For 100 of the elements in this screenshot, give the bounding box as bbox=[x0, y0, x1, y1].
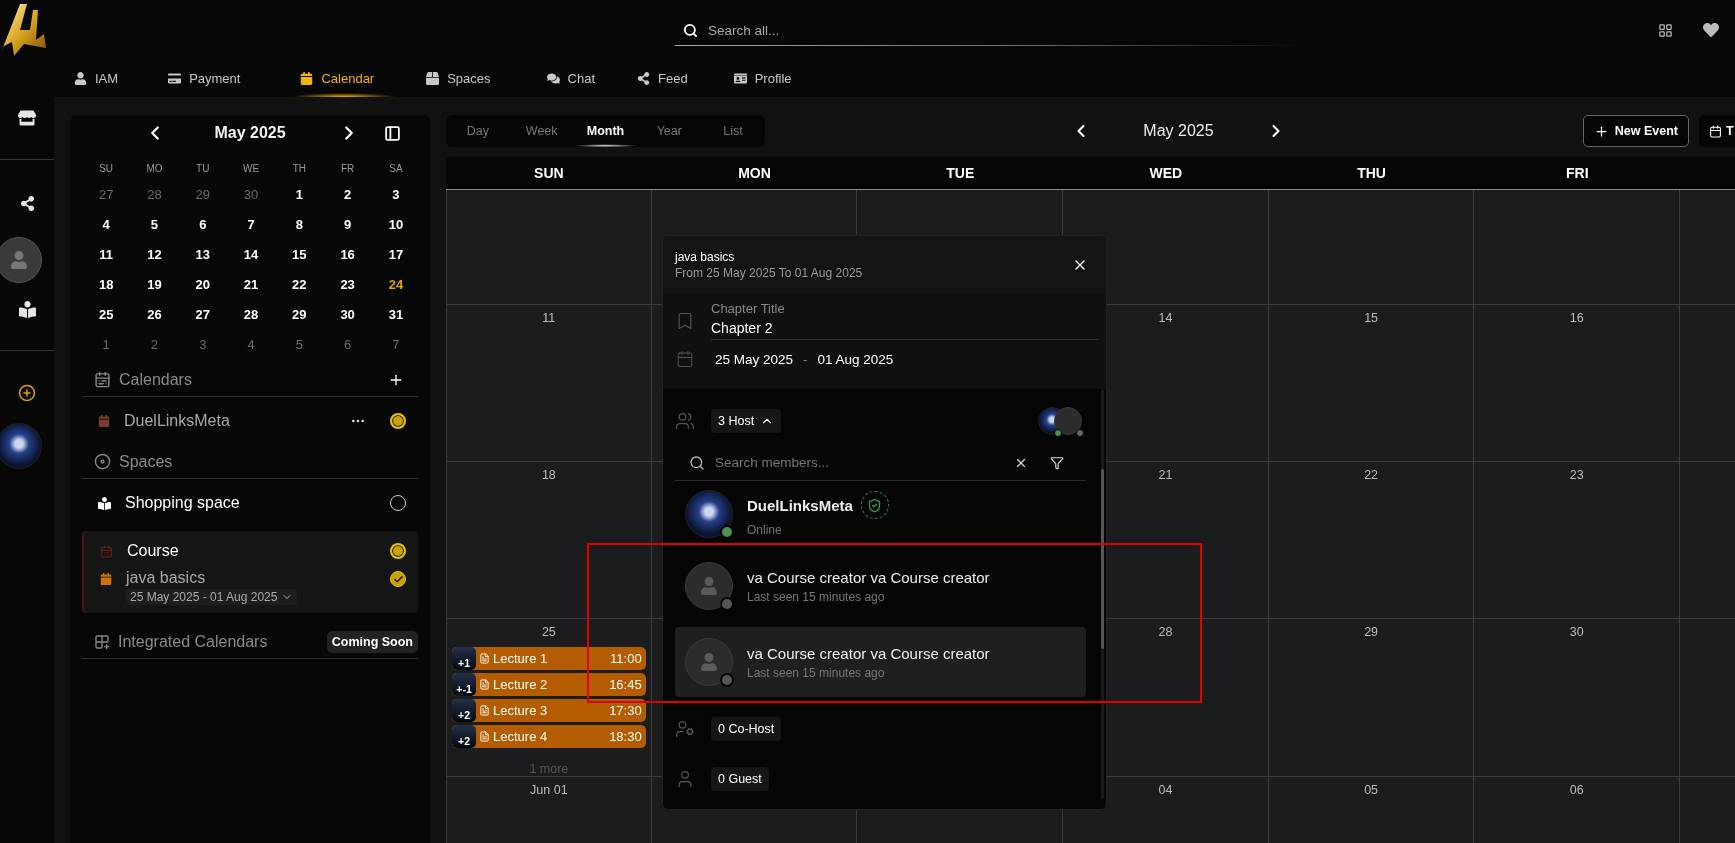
day-number[interactable]: 6 bbox=[178, 209, 227, 239]
day-number[interactable]: 5 bbox=[130, 209, 179, 239]
view-tab[interactable]: Year bbox=[637, 115, 702, 147]
add-icon[interactable] bbox=[18, 384, 36, 402]
day-cell[interactable]: Jun 01 bbox=[446, 777, 652, 843]
day-number[interactable]: 29 bbox=[275, 299, 324, 329]
day-number[interactable]: 18 bbox=[82, 269, 131, 299]
day-number[interactable]: 31 bbox=[371, 299, 421, 329]
day-number[interactable]: 1 bbox=[82, 329, 131, 359]
nav-tab[interactable]: Spaces bbox=[418, 60, 513, 97]
logo-avatar[interactable] bbox=[0, 423, 42, 469]
day-number[interactable]: 7 bbox=[371, 329, 421, 359]
day-number[interactable]: 13 bbox=[178, 239, 227, 269]
store-icon[interactable] bbox=[18, 109, 36, 127]
day-number[interactable]: 4 bbox=[226, 329, 276, 359]
day-number[interactable]: 26 bbox=[130, 299, 179, 329]
day-cell[interactable]: 06 bbox=[1474, 777, 1681, 843]
today-button[interactable]: T bbox=[1699, 115, 1735, 147]
day-number[interactable]: 7 bbox=[226, 209, 276, 239]
event-bar[interactable]: +2 Lecture 4 18:30 bbox=[452, 725, 646, 748]
event-bar[interactable]: +1 Lecture 1 11:00 bbox=[452, 647, 646, 670]
day-number[interactable]: 28 bbox=[226, 299, 276, 329]
group-toggle[interactable]: 0 Co-Host bbox=[711, 717, 782, 741]
day-number[interactable]: 12 bbox=[130, 239, 179, 269]
new-event-button[interactable]: New Event bbox=[1582, 115, 1689, 147]
course-toggle[interactable] bbox=[390, 571, 406, 587]
space-name[interactable]: Shopping space bbox=[125, 494, 376, 512]
nav-tab[interactable]: Feed bbox=[629, 60, 710, 97]
day-number[interactable]: 21 bbox=[226, 269, 276, 299]
day-number[interactable]: 6 bbox=[323, 329, 372, 359]
day-cell[interactable]: 23 bbox=[1474, 462, 1681, 619]
day-number[interactable]: 22 bbox=[275, 269, 324, 299]
day-number[interactable]: 11 bbox=[82, 239, 131, 269]
day-cell[interactable] bbox=[1268, 190, 1475, 305]
day-cell[interactable]: 16 bbox=[1474, 305, 1681, 462]
nav-tab[interactable]: Chat bbox=[538, 60, 618, 97]
day-cell[interactable]: 22 bbox=[1268, 462, 1475, 619]
group-toggle[interactable]: 3 Host bbox=[711, 409, 782, 433]
filter-icon[interactable] bbox=[1050, 455, 1064, 470]
space-toggle[interactable] bbox=[390, 543, 406, 559]
share-icon[interactable] bbox=[19, 196, 35, 211]
day-cell[interactable]: 18 bbox=[446, 462, 652, 619]
day-number[interactable]: 30 bbox=[226, 179, 276, 209]
grid-icon[interactable] bbox=[1658, 22, 1673, 38]
calendar-toggle[interactable] bbox=[390, 413, 406, 429]
member-row[interactable]: va Course creator va Course creator Last seen 15 minutes ago bbox=[675, 627, 1086, 697]
nav-tab[interactable]: IAM bbox=[66, 60, 141, 97]
avatar[interactable] bbox=[0, 237, 42, 283]
day-number[interactable]: 24 bbox=[371, 269, 421, 299]
day-number[interactable]: 20 bbox=[178, 269, 227, 299]
nav-tab[interactable]: Profile bbox=[725, 60, 814, 97]
day-number[interactable]: 17 bbox=[371, 239, 421, 269]
day-number[interactable]: 8 bbox=[275, 209, 324, 239]
event-bar[interactable]: +2 Lecture 3 17:30 bbox=[452, 699, 646, 722]
day-number[interactable]: 2 bbox=[130, 329, 179, 359]
day-number[interactable]: 27 bbox=[82, 179, 131, 209]
day-cell[interactable] bbox=[446, 190, 652, 305]
day-cell[interactable]: 30 bbox=[1474, 619, 1681, 777]
group-toggle[interactable]: 0 Guest bbox=[711, 767, 769, 791]
day-number[interactable]: 5 bbox=[275, 329, 324, 359]
nav-tab[interactable]: Payment bbox=[160, 60, 263, 97]
day-number[interactable]: 28 bbox=[130, 179, 179, 209]
day-number[interactable]: 10 bbox=[371, 209, 421, 239]
end-date[interactable]: 01 Aug 2025 bbox=[817, 351, 894, 367]
day-number[interactable]: 23 bbox=[323, 269, 372, 299]
view-tab[interactable]: Week bbox=[509, 115, 574, 147]
day-number[interactable]: 3 bbox=[178, 329, 227, 359]
event-name[interactable]: java basics bbox=[126, 569, 376, 587]
day-number[interactable]: 19 bbox=[130, 269, 179, 299]
day-number[interactable]: 14 bbox=[226, 239, 276, 269]
calendar-name[interactable]: DuelLinksMeta bbox=[124, 412, 336, 430]
start-date[interactable]: 25 May 2025 bbox=[715, 351, 794, 367]
day-number[interactable]: 29 bbox=[178, 179, 227, 209]
space-name[interactable]: Course bbox=[127, 542, 376, 560]
day-number[interactable]: 16 bbox=[323, 239, 372, 269]
heart-icon[interactable] bbox=[1703, 22, 1719, 38]
day-cell[interactable]: 29 bbox=[1268, 619, 1475, 777]
event-bar[interactable]: +-1 Lecture 2 16:45 bbox=[452, 673, 646, 696]
day-number[interactable]: 1 bbox=[275, 179, 324, 209]
view-tab[interactable]: Day bbox=[446, 115, 510, 147]
day-number[interactable]: 15 bbox=[275, 239, 324, 269]
day-number[interactable]: 3 bbox=[371, 179, 421, 209]
day-number[interactable]: 30 bbox=[323, 299, 372, 329]
day-number[interactable]: 4 bbox=[82, 209, 131, 239]
member-search-field[interactable]: Search members... bbox=[713, 454, 1006, 471]
day-cell[interactable]: 05 bbox=[1268, 777, 1475, 843]
day-cell[interactable]: 25 +1 Lecture 1 11:00 +-1 Lecture 2 16:45 +2 Lecture 3 17:30 +2 Lecture 4 18:30 1 more bbox=[446, 619, 652, 777]
sidebar-toggle-icon[interactable] bbox=[384, 124, 401, 142]
day-number[interactable]: 25 bbox=[82, 299, 131, 329]
view-tab[interactable]: List bbox=[701, 115, 765, 147]
day-number[interactable]: 9 bbox=[323, 209, 372, 239]
day-cell[interactable] bbox=[1474, 190, 1681, 305]
search-field[interactable]: Search all... bbox=[706, 21, 1305, 39]
date-range-dropdown[interactable]: 25 May 2025 - 01 Aug 2025 bbox=[126, 589, 298, 605]
scrollbar[interactable] bbox=[1101, 389, 1104, 799]
day-cell[interactable]: 11 bbox=[446, 305, 652, 462]
book-reader-icon[interactable] bbox=[18, 301, 36, 318]
day-cell[interactable]: 15 bbox=[1268, 305, 1475, 462]
day-number[interactable]: 2 bbox=[323, 179, 372, 209]
chapter-title-field[interactable]: Chapter 2 bbox=[711, 320, 1098, 340]
